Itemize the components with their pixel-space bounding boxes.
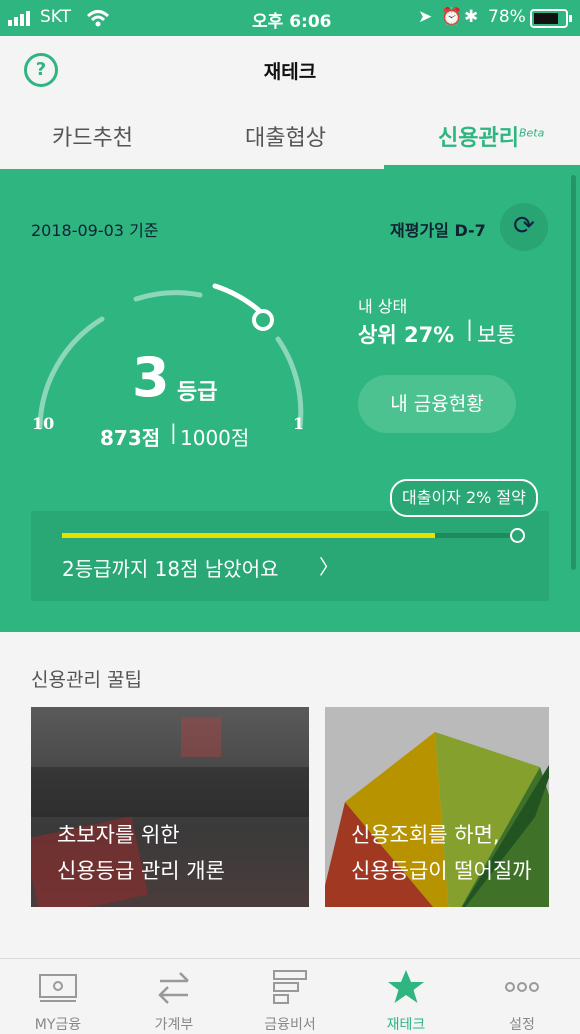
rank-divider: | [466, 317, 474, 341]
location-icon: ➤ [418, 7, 433, 27]
tip-card-2-line2: 신용등급이 떨어질까 [351, 859, 532, 883]
progress-fill [62, 533, 436, 538]
tab-finance-assistant[interactable]: 금융비서 [232, 959, 348, 1033]
tab-household-ledger[interactable]: 가계부 [116, 959, 232, 1033]
tips-title: 신용관리 꿀팁 [31, 669, 142, 691]
credit-panel: 2018-09-03 기준 재평가일 D-7 ⟳ 3 등급 10 1 873점 … [0, 169, 580, 632]
scale-min-label: 10 [32, 414, 55, 433]
my-status-label: 내 상태 [358, 297, 408, 316]
rank-status: 보통 [477, 323, 516, 347]
alarm-icon: ⏰ [441, 7, 463, 27]
wifi-icon [86, 10, 110, 27]
grade-unit: 등급 [177, 380, 218, 405]
tab-credit-label: 신용관리 [438, 126, 519, 151]
status-bar: SKT 오후 6:06 ➤ ⏰ ✱ 78% [0, 0, 580, 36]
base-date: 2018-09-03 기준 [31, 221, 159, 240]
tab-card-recommend[interactable]: 카드추천 [52, 120, 133, 152]
tab-investment-label: 재테크 [386, 1017, 426, 1033]
tab-credit-management[interactable]: 신용관리Beta [438, 120, 544, 152]
max-score: 1000점 [180, 426, 250, 450]
gauge-marker [252, 309, 274, 331]
page-title: 재테크 [263, 61, 317, 83]
tab-loan-negotiation[interactable]: 대출협상 [245, 120, 326, 152]
tip-card-1-text: 초보자를 위한 신용등급 관리 개론 [57, 817, 225, 889]
finance-status-button[interactable]: 내 금융현황 [358, 375, 516, 433]
tab-assistant-label: 금융비서 [264, 1017, 316, 1033]
scrollbar[interactable] [571, 175, 576, 570]
beta-badge: Beta [518, 126, 545, 140]
score-value: 873점 [100, 426, 161, 450]
carrier-label: SKT [40, 7, 72, 27]
reevaluation-label: 재평가일 D-7 [390, 221, 486, 240]
star-icon [388, 970, 424, 1003]
score-divider: | [170, 420, 177, 444]
rank-value: 상위 27% [358, 323, 455, 347]
bluetooth-icon: ✱ [464, 7, 479, 27]
transfer-icon [158, 972, 189, 1004]
list-icon [273, 970, 307, 1004]
refresh-icon[interactable]: ⟳ [500, 203, 548, 251]
tip-card-1[interactable]: 초보자를 위한 신용등급 관리 개론 [31, 707, 309, 907]
more-icon [505, 982, 539, 992]
tab-my-finance[interactable]: MY금융 [0, 959, 116, 1033]
tab-household-label: 가계부 [154, 1017, 194, 1033]
grade-number: 3 [132, 346, 170, 409]
progress-end-marker [510, 528, 525, 543]
bottom-tab-bar: MY금융 가계부 금융비서 재테크 설정 [0, 958, 580, 1033]
progress-track [62, 533, 517, 538]
chevron-right-icon: 〉 [319, 555, 339, 579]
tip-card-2-line1: 신용조회를 하면, [351, 823, 500, 847]
tip-card-1-line2: 신용등급 관리 개론 [57, 859, 225, 883]
tip-card-1-line1: 초보자를 위한 [57, 823, 180, 847]
top-bar: ? 재테크 [0, 36, 580, 102]
signal-icon [8, 11, 30, 26]
tab-settings[interactable]: 설정 [464, 959, 580, 1033]
tab-settings-label: 설정 [509, 1017, 535, 1033]
next-grade-text: 2등급까지 18점 남았어요 [62, 557, 279, 581]
next-grade-box[interactable]: 2등급까지 18점 남았어요 〉 [31, 511, 549, 601]
clock: 오후 6:06 [252, 12, 332, 32]
tab-bar-top: 카드추천 대출협상 신용관리Beta [0, 102, 580, 169]
battery-percent: 78% [488, 7, 526, 27]
scale-max-label: 1 [293, 414, 305, 433]
tips-section: 신용관리 꿀팁 초보자를 위한 신용등급 관리 개론 신용조회를 하면, 신용등… [0, 632, 580, 958]
wallet-icon [39, 974, 77, 1002]
credit-gauge: 3 등급 10 1 873점 | 1000점 [20, 264, 320, 464]
tab-my-finance-label: MY금융 [34, 1017, 82, 1033]
loan-saving-badge[interactable]: 대출이자 2% 절약 [390, 479, 538, 517]
tip-card-2[interactable]: 신용조회를 하면, 신용등급이 떨어질까 [325, 707, 549, 907]
tip-card-2-text: 신용조회를 하면, 신용등급이 떨어질까 [351, 817, 532, 889]
battery-icon [530, 9, 572, 28]
tab-investment[interactable]: 재테크 [348, 959, 464, 1033]
